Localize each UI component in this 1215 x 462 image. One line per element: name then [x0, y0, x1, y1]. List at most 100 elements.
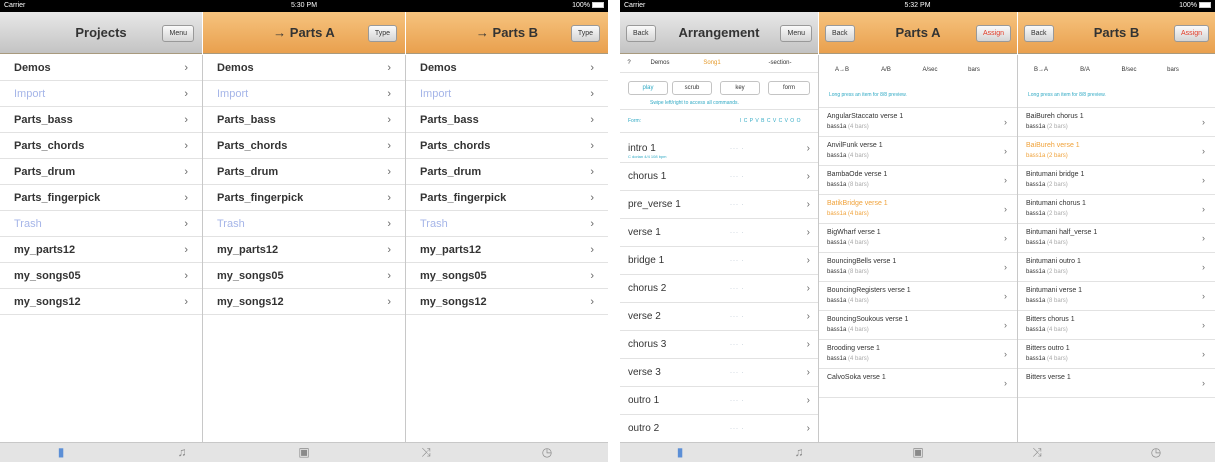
- part-instrument-line: bass1a (4 bars): [827, 327, 869, 333]
- list-item[interactable]: Parts_fingerpick ›: [406, 185, 608, 211]
- menu-button[interactable]: Menu: [780, 25, 812, 42]
- part-row[interactable]: BouncingBells verse 1 bass1a (8 bars) ›: [819, 253, 1017, 282]
- menu-button[interactable]: Menu: [162, 25, 194, 42]
- section-row[interactable]: verse 3 ··· · ›: [620, 359, 818, 387]
- section-row[interactable]: chorus 3 ··· · ›: [620, 331, 818, 359]
- seg-b-over-a[interactable]: B/A: [1070, 67, 1100, 73]
- section-row[interactable]: verse 1 ··· · ›: [620, 219, 818, 247]
- part-row[interactable]: Bintumani bridge 1 bass1a (2 bars) ›: [1018, 166, 1215, 195]
- list-item[interactable]: Demos ›: [203, 55, 405, 81]
- section-row[interactable]: outro 1 ··· · ›: [620, 387, 818, 415]
- list-item[interactable]: Parts_chords ›: [203, 133, 405, 159]
- seg-a-sec[interactable]: A/sec: [915, 67, 945, 73]
- part-row[interactable]: Brooding verse 1 bass1a (4 bars) ›: [819, 340, 1017, 369]
- part-row[interactable]: Bintumani half_verse 1 bass1a (4 bars) ›: [1018, 224, 1215, 253]
- list-item[interactable]: my_parts12 ›: [203, 237, 405, 263]
- assign-button-a[interactable]: Assign: [975, 25, 1011, 42]
- seg-b-sec[interactable]: B/sec: [1114, 67, 1144, 73]
- list-item[interactable]: my_songs05 ›: [406, 263, 608, 289]
- part-row[interactable]: Bitters verse 1 ›: [1018, 369, 1215, 398]
- part-row[interactable]: Bintumani chorus 1 bass1a (2 bars) ›: [1018, 195, 1215, 224]
- list-item[interactable]: my_songs12 ›: [406, 289, 608, 315]
- seg-b-to-a[interactable]: B→A: [1026, 67, 1056, 73]
- section-row[interactable]: chorus 1 ··· · ›: [620, 163, 818, 191]
- list-item[interactable]: my_songs05 ›: [0, 263, 202, 289]
- list-item[interactable]: Parts_bass ›: [0, 107, 202, 133]
- scrub-button[interactable]: scrub: [672, 81, 712, 95]
- document-icon[interactable]: ▮: [673, 445, 687, 459]
- list-item[interactable]: Parts_bass ›: [203, 107, 405, 133]
- list-item[interactable]: Import ›: [406, 81, 608, 107]
- part-row[interactable]: CalvoSoka verse 1 ›: [819, 369, 1017, 398]
- part-row[interactable]: BouncingSoukous verse 1 bass1a (4 bars) ›: [819, 311, 1017, 340]
- section-row[interactable]: intro 1C dorian 4/4 108 bpm ··· · ›: [620, 135, 818, 163]
- clock-icon[interactable]: ◷: [1149, 445, 1163, 459]
- section-row[interactable]: outro 2 ··· · ›: [620, 415, 818, 443]
- list-item[interactable]: Parts_fingerpick ›: [203, 185, 405, 211]
- seg-a-over-b[interactable]: A/B: [871, 67, 901, 73]
- part-row[interactable]: BaiBureh verse 1 bass1a (2 bars) ›: [1018, 137, 1215, 166]
- crumb-song[interactable]: Song1: [692, 60, 732, 66]
- part-row[interactable]: Bintumani outro 1 bass1a (2 bars) ›: [1018, 253, 1215, 282]
- part-row[interactable]: BigWharf verse 1 bass1a (4 bars) ›: [819, 224, 1017, 253]
- drum-icon[interactable]: ▣: [911, 445, 925, 459]
- list-item[interactable]: Parts_chords ›: [0, 133, 202, 159]
- seg-a-to-b[interactable]: A→B: [827, 67, 857, 73]
- list-item[interactable]: my_songs12 ›: [0, 289, 202, 315]
- list-item[interactable]: Parts_fingerpick ›: [0, 185, 202, 211]
- list-item[interactable]: Parts_drum ›: [0, 159, 202, 185]
- shuffle-icon[interactable]: ⤨: [419, 445, 433, 459]
- part-bars: (4 bars): [848, 356, 869, 362]
- drum-icon[interactable]: ▣: [297, 445, 311, 459]
- section-label: pre_verse 1: [628, 199, 681, 210]
- type-button-a[interactable]: Type: [367, 25, 397, 42]
- list-item[interactable]: Trash ›: [406, 211, 608, 237]
- list-item[interactable]: Parts_drum ›: [406, 159, 608, 185]
- music-note-icon[interactable]: ♫: [792, 445, 806, 459]
- list-item[interactable]: Import ›: [203, 81, 405, 107]
- assign-button-b[interactable]: Assign: [1173, 25, 1209, 42]
- list-item[interactable]: my_songs12 ›: [203, 289, 405, 315]
- list-item[interactable]: Trash ›: [203, 211, 405, 237]
- document-icon[interactable]: ▮: [54, 445, 68, 459]
- section-row[interactable]: pre_verse 1 ··· · ›: [620, 191, 818, 219]
- crumb-section[interactable]: -section-: [750, 60, 810, 66]
- list-item[interactable]: Parts_drum ›: [203, 159, 405, 185]
- music-note-icon[interactable]: ♫: [175, 445, 189, 459]
- list-item[interactable]: my_parts12 ›: [0, 237, 202, 263]
- section-row[interactable]: verse 2 ··· · ›: [620, 303, 818, 331]
- list-item[interactable]: Demos ›: [406, 55, 608, 81]
- section-row[interactable]: bridge 1 ··· · ›: [620, 247, 818, 275]
- list-item[interactable]: my_parts12 ›: [406, 237, 608, 263]
- part-row[interactable]: Bitters chorus 1 bass1a (4 bars) ›: [1018, 311, 1215, 340]
- part-row[interactable]: BaiBureh chorus 1 bass1a (2 bars) ›: [1018, 108, 1215, 137]
- key-button[interactable]: key: [720, 81, 760, 95]
- part-row[interactable]: BouncingRegisters verse 1 bass1a (4 bars)…: [819, 282, 1017, 311]
- crumb-demos[interactable]: Demos: [640, 60, 680, 66]
- chevron-right-icon: ›: [1202, 233, 1205, 243]
- list-item[interactable]: my_songs05 ›: [203, 263, 405, 289]
- shuffle-icon[interactable]: ⤨: [1030, 445, 1044, 459]
- part-row[interactable]: BatikBridge verse 1 bass1a (4 bars) ›: [819, 195, 1017, 224]
- seg-bars[interactable]: bars: [1158, 67, 1188, 73]
- type-button-b[interactable]: Type: [570, 25, 600, 42]
- part-row[interactable]: AngularStaccato verse 1 bass1a (4 bars) ›: [819, 108, 1017, 137]
- part-row[interactable]: Bitters outro 1 bass1a (4 bars) ›: [1018, 340, 1215, 369]
- help-button[interactable]: ?: [624, 60, 634, 66]
- list-item-label: Parts_fingerpick: [420, 192, 507, 204]
- list-item[interactable]: Trash ›: [0, 211, 202, 237]
- list-item[interactable]: Parts_bass ›: [406, 107, 608, 133]
- section-row[interactable]: chorus 2 ··· · ›: [620, 275, 818, 303]
- list-item[interactable]: Parts_chords ›: [406, 133, 608, 159]
- clock-icon[interactable]: ◷: [540, 445, 554, 459]
- part-row[interactable]: Bintumani verse 1 bass1a (8 bars) ›: [1018, 282, 1215, 311]
- part-title: BigWharf: [827, 229, 856, 236]
- part-row[interactable]: AnvilFunk verse 1 bass1a (4 bars) ›: [819, 137, 1017, 166]
- seg-bars[interactable]: bars: [959, 67, 989, 73]
- form-button[interactable]: form: [768, 81, 810, 95]
- part-row[interactable]: BambaOde verse 1 bass1a (8 bars) ›: [819, 166, 1017, 195]
- parts-a-nav-bar: Back Parts A Assign: [819, 12, 1017, 54]
- list-item[interactable]: Import ›: [0, 81, 202, 107]
- play-button[interactable]: play: [628, 81, 668, 95]
- list-item[interactable]: Demos ›: [0, 55, 202, 81]
